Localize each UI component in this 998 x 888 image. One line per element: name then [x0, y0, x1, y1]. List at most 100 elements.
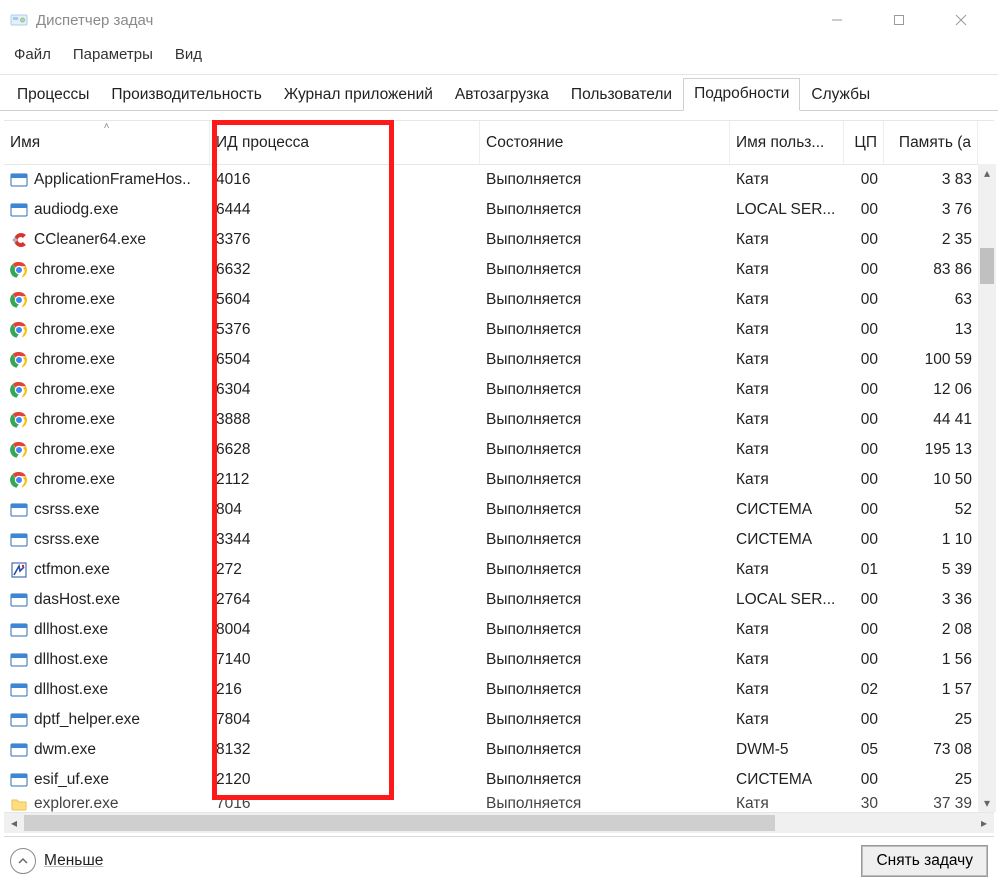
table-row[interactable]: chrome.exe2112ВыполняетсяКатя0010 50 [4, 465, 994, 495]
table-row[interactable]: dllhost.exe7140ВыполняетсяКатя001 56 [4, 645, 994, 675]
table-row[interactable]: chrome.exe6628ВыполняетсяКатя00195 13 [4, 435, 994, 465]
table-row[interactable]: dptf_helper.exe7804ВыполняетсяКатя0025 [4, 705, 994, 735]
cell-pid: 5604 [210, 291, 480, 309]
cell-cpu: 01 [844, 561, 884, 579]
col-header-mem[interactable]: Память (а [884, 121, 978, 164]
table-row[interactable]: chrome.exe6304ВыполняетсяКатя0012 06 [4, 375, 994, 405]
cell-mem: 2 35 [884, 231, 978, 249]
cell-pid: 2764 [210, 591, 480, 609]
tab-startup[interactable]: Автозагрузка [444, 79, 560, 111]
cell-cpu: 00 [844, 291, 884, 309]
cell-mem: 25 [884, 711, 978, 729]
tab-details[interactable]: Подробности [683, 78, 800, 111]
menu-file[interactable]: Файл [4, 43, 61, 66]
table-row[interactable]: audiodg.exe6444ВыполняетсяLOCAL SER...00… [4, 195, 994, 225]
table-row[interactable]: ctfmon.exe272ВыполняетсяКатя015 39 [4, 555, 994, 585]
table-row[interactable]: dllhost.exe216ВыполняетсяКатя021 57 [4, 675, 994, 705]
cell-name: chrome.exe [4, 471, 210, 489]
window-icon [10, 651, 28, 669]
cell-pid: 8132 [210, 741, 480, 759]
col-header-pid[interactable]: ИД процесса [210, 121, 480, 164]
cell-pid: 3344 [210, 531, 480, 549]
horizontal-scrollbar[interactable]: ◂ ▸ [4, 812, 994, 832]
table-row[interactable]: dwm.exe8132ВыполняетсяDWM-50573 08 [4, 735, 994, 765]
menu-options[interactable]: Параметры [63, 43, 163, 66]
fewer-details-button[interactable]: Меньше [10, 848, 103, 874]
cell-status: Выполняется [480, 651, 730, 669]
col-header-name[interactable]: ˄ Имя [4, 121, 210, 164]
process-name: dllhost.exe [34, 621, 108, 639]
table-row[interactable]: esif_uf.exe2120ВыполняетсяСИСТЕМА0025 [4, 765, 994, 795]
cell-name: esif_uf.exe [4, 771, 210, 789]
cell-pid: 2112 [210, 471, 480, 489]
cell-mem: 3 76 [884, 201, 978, 219]
col-header-user[interactable]: Имя польз... [730, 121, 844, 164]
scroll-right-icon[interactable]: ▸ [974, 813, 994, 833]
bottom-bar: Меньше Снять задачу [4, 836, 994, 884]
cell-cpu: 00 [844, 501, 884, 519]
cell-status: Выполняется [480, 561, 730, 579]
tab-users[interactable]: Пользователи [560, 79, 683, 111]
cell-status: Выполняется [480, 681, 730, 699]
cell-user: LOCAL SER... [730, 591, 844, 609]
table-row[interactable]: explorer.exe7016ВыполняетсяКатя3037 39 [4, 795, 994, 812]
tab-performance[interactable]: Производительность [100, 79, 272, 111]
cell-name: chrome.exe [4, 321, 210, 339]
maximize-button[interactable] [868, 0, 930, 40]
process-name: CCleaner64.exe [34, 231, 146, 249]
col-header-status[interactable]: Состояние [480, 121, 730, 164]
table-row[interactable]: csrss.exe3344ВыполняетсяСИСТЕМА001 10 [4, 525, 994, 555]
table-row[interactable]: chrome.exe3888ВыполняетсяКатя0044 41 [4, 405, 994, 435]
process-name: audiodg.exe [34, 201, 118, 219]
fewer-details-label: Меньше [44, 852, 103, 870]
scroll-left-icon[interactable]: ◂ [4, 813, 24, 833]
cell-user: Катя [730, 171, 844, 189]
cell-status: Выполняется [480, 381, 730, 399]
menu-view[interactable]: Вид [165, 43, 212, 66]
scroll-down-icon[interactable]: ▾ [978, 794, 996, 812]
cell-status: Выполняется [480, 231, 730, 249]
cell-name: chrome.exe [4, 381, 210, 399]
process-name: chrome.exe [34, 471, 115, 489]
col-header-cpu[interactable]: ЦП [844, 121, 884, 164]
table-row[interactable]: CCleaner64.exe3376ВыполняетсяКатя002 35 [4, 225, 994, 255]
cell-user: СИСТЕМА [730, 501, 844, 519]
end-task-button[interactable]: Снять задачу [861, 845, 988, 877]
chrome-icon [10, 321, 28, 339]
tab-processes[interactable]: Процессы [6, 79, 100, 111]
cell-pid: 8004 [210, 621, 480, 639]
cell-pid: 3888 [210, 411, 480, 429]
cell-name: audiodg.exe [4, 201, 210, 219]
scroll-thumb[interactable] [980, 248, 994, 284]
cell-mem: 100 59 [884, 351, 978, 369]
table-row[interactable]: dasHost.exe2764ВыполняетсяLOCAL SER...00… [4, 585, 994, 615]
table-row[interactable]: ApplicationFrameHos..4016ВыполняетсяКатя… [4, 165, 994, 195]
cell-user: Катя [730, 261, 844, 279]
cell-status: Выполняется [480, 291, 730, 309]
table-row[interactable]: chrome.exe6632ВыполняетсяКатя0083 86 [4, 255, 994, 285]
minimize-button[interactable] [806, 0, 868, 40]
cell-mem: 3 83 [884, 171, 978, 189]
scroll-thumb-h[interactable] [24, 815, 775, 831]
cell-mem: 10 50 [884, 471, 978, 489]
table-row[interactable]: csrss.exe804ВыполняетсяСИСТЕМА0052 [4, 495, 994, 525]
cell-mem: 37 39 [884, 795, 978, 812]
cell-pid: 2120 [210, 771, 480, 789]
cell-user: Катя [730, 621, 844, 639]
process-name: dllhost.exe [34, 651, 108, 669]
tab-apphistory[interactable]: Журнал приложений [273, 79, 444, 111]
cell-mem: 3 36 [884, 591, 978, 609]
tab-services[interactable]: Службы [800, 79, 881, 111]
scroll-track[interactable] [24, 813, 974, 833]
table-row[interactable]: chrome.exe5376ВыполняетсяКатя0013 [4, 315, 994, 345]
table-row[interactable]: dllhost.exe8004ВыполняетсяКатя002 08 [4, 615, 994, 645]
cell-cpu: 00 [844, 321, 884, 339]
app-icon [10, 11, 28, 29]
close-button[interactable] [930, 0, 992, 40]
vertical-scrollbar[interactable]: ▴ ▾ [978, 164, 996, 812]
table-row[interactable]: chrome.exe5604ВыполняетсяКатя0063 [4, 285, 994, 315]
scroll-up-icon[interactable]: ▴ [978, 164, 996, 182]
cell-cpu: 30 [844, 795, 884, 812]
cell-name: ApplicationFrameHos.. [4, 171, 210, 189]
table-row[interactable]: chrome.exe6504ВыполняетсяКатя00100 59 [4, 345, 994, 375]
